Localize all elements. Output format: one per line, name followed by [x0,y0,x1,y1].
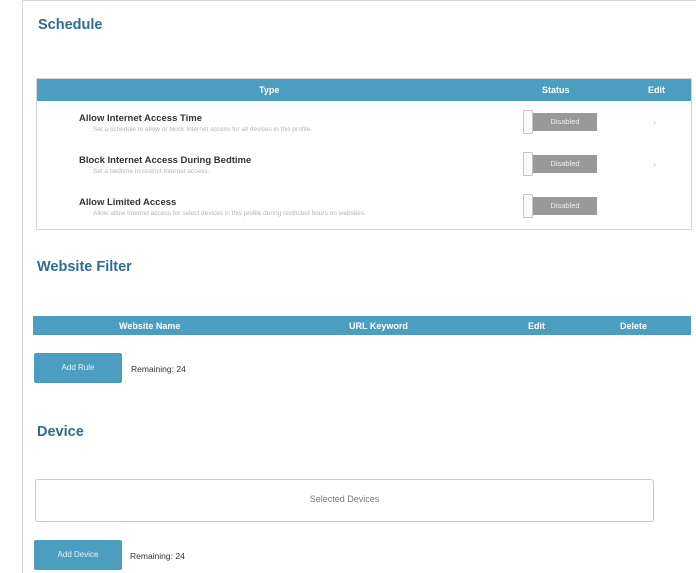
status-toggle[interactable]: Disabled [523,194,599,218]
toggle-knob [523,194,533,218]
toggle-status-label: Disabled [533,155,597,173]
header-website-name: Website Name [119,321,181,331]
header-delete: Delete [620,321,648,331]
schedule-row-allow-limited-access: Allow Limited Access Allow allow Interne… [37,193,691,233]
status-toggle[interactable]: Disabled [523,152,599,176]
row-description: Allow allow Internet access for select d… [93,210,366,217]
add-rule-button[interactable]: Add Rule [34,353,122,383]
header-url-keyword: URL Keyword [349,321,408,331]
toggle-status-label: Disabled [533,197,597,215]
toggle-knob [523,110,533,134]
schedule-row-block-internet-access-during-bedtime: Block Internet Access During Bedtime Set… [37,151,691,191]
schedule-table-header: Type Status Edit [37,79,691,101]
toggle-knob [523,152,533,176]
device-title: Device [37,424,84,440]
device-remaining-count: Remaining: 24 [130,551,185,561]
header-type: Type [259,85,280,95]
schedule-table: Type Status Edit Allow Internet Access T… [36,78,692,230]
header-status: Status [542,85,570,95]
edit-icon[interactable]: › [653,117,656,127]
row-name: Block Internet Access During Bedtime [79,155,252,166]
row-name: Allow Internet Access Time [79,113,203,124]
row-name: Allow Limited Access [79,197,177,208]
toggle-status-label: Disabled [533,113,597,131]
schedule-row-allow-internet-access-time: Allow Internet Access Time Set a schedul… [37,109,691,149]
website-filter-title: Website Filter [37,259,132,275]
edit-icon[interactable]: › [653,159,656,169]
status-toggle[interactable]: Disabled [523,110,599,134]
schedule-title: Schedule [38,17,103,33]
header-edit: Edit [648,85,665,95]
selected-devices-box[interactable]: Selected Devices [35,479,654,522]
row-description: Set a bedtime to restrict Internet acces… [93,168,210,175]
header-edit: Edit [528,321,545,331]
add-device-button[interactable]: Add Device [34,540,122,570]
selected-devices-label: Selected Devices [309,494,380,504]
row-description: Set a schedule to allow or block Interne… [93,126,312,133]
website-filter-table-header: Website Name URL Keyword Edit Delete [33,316,691,335]
rule-remaining-count: Remaining: 24 [131,364,186,374]
